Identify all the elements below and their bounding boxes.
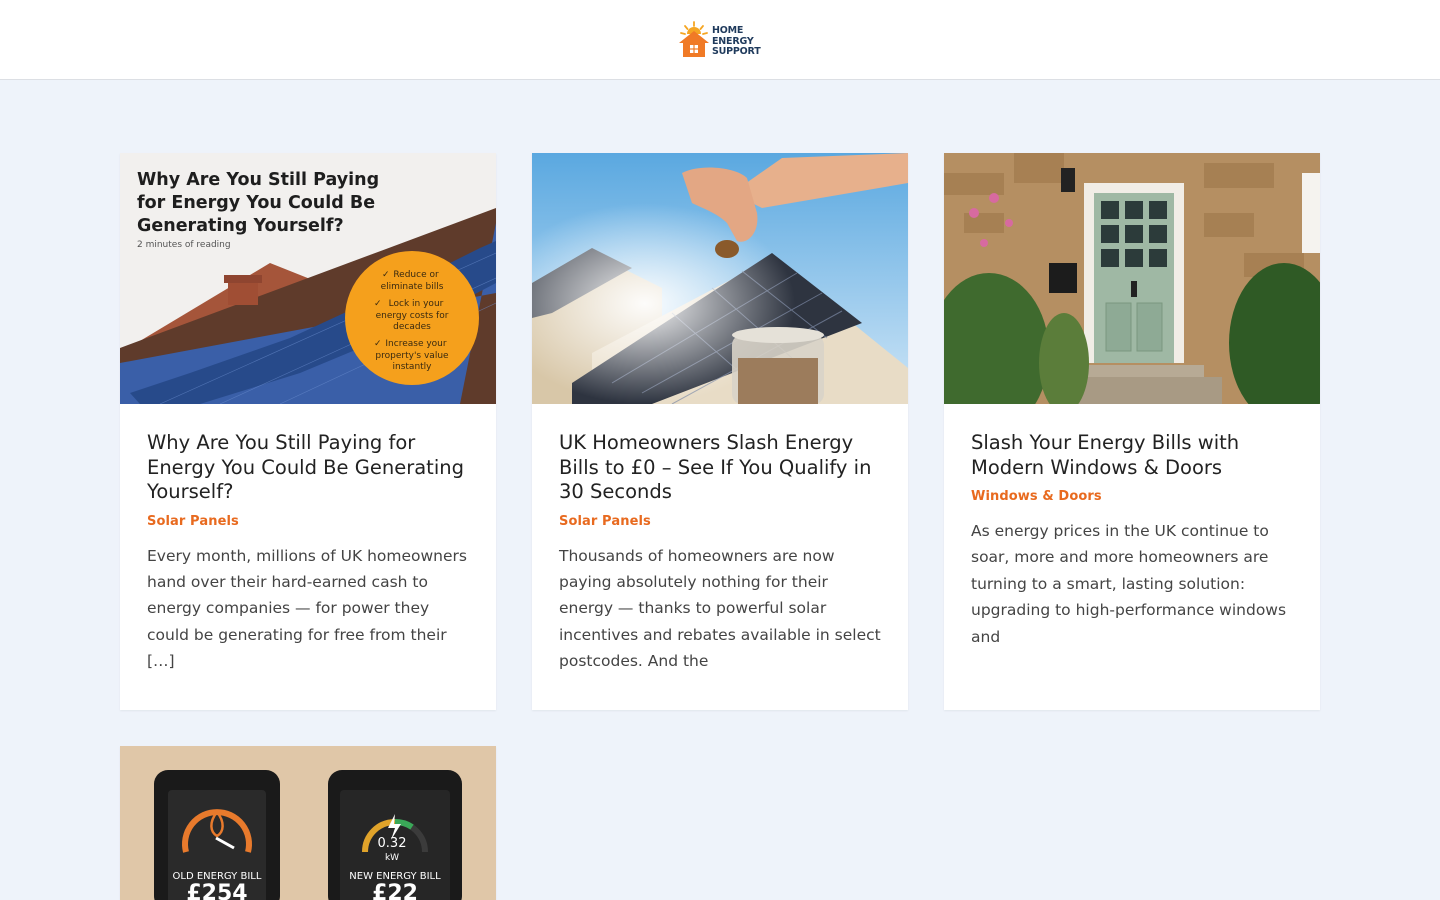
- post-card-windows-doors: Slash Your Energy Bills with Modern Wind…: [944, 153, 1320, 710]
- solar-roof-infographic-image: Reduce or eliminate bills Lock in your e…: [120, 153, 496, 404]
- site-header: HOME ENERGY SUPPORT: [0, 0, 1440, 80]
- bullet-3-line-2: property's value: [375, 351, 449, 361]
- post-excerpt: As energy prices in the UK continue to s…: [971, 522, 1287, 646]
- image-headline-line-2: for Energy You Could Be: [137, 193, 375, 213]
- logo-line-support: SUPPORT: [712, 46, 761, 57]
- post-title-link[interactable]: Why Are You Still Paying for Energy You …: [147, 431, 472, 505]
- usage-unit: kW: [385, 853, 399, 863]
- post-category-link[interactable]: Windows & Doors: [971, 489, 1102, 504]
- house-sun-icon: [679, 21, 709, 57]
- bullet-2-line-3: decades: [393, 322, 431, 332]
- logo-line-home: HOME: [712, 25, 744, 36]
- logo-text: HOME ENERGY SUPPORT: [712, 25, 761, 58]
- post-category-link[interactable]: Solar Panels: [147, 514, 239, 529]
- svg-text:✓: ✓: [374, 299, 382, 309]
- post-card-body: Why Are You Still Paying for Energy You …: [147, 431, 472, 675]
- svg-text:✓: ✓: [382, 270, 390, 280]
- post-thumbnail[interactable]: Reduce or eliminate bills Lock in your e…: [120, 153, 496, 404]
- post-excerpt: Every month, millions of UK homeowners h…: [147, 546, 467, 671]
- cottage-door-image: [944, 153, 1320, 404]
- site-logo[interactable]: HOME ENERGY SUPPORT: [678, 20, 762, 60]
- bullet-2-line-2: energy costs for: [376, 311, 449, 321]
- image-headline-line-1: Why Are You Still Paying: [137, 170, 379, 190]
- svg-text:✓: ✓: [374, 339, 382, 349]
- bullet-2-line-1: Lock in your: [389, 299, 444, 309]
- image-headline-line-3: Generating Yourself?: [137, 216, 344, 236]
- post-thumbnail[interactable]: [532, 153, 908, 404]
- usage-value: 0.32: [378, 836, 407, 851]
- bullet-1-line-2: eliminate bills: [381, 282, 444, 292]
- energy-monitor-image: OLD ENERGY BILL £254 0.32 kW NEW ENERGY …: [120, 746, 496, 900]
- image-reading-time: 2 minutes of reading: [137, 240, 231, 250]
- post-card-uk-homeowners: UK Homeowners Slash Energy Bills to £0 –…: [532, 153, 908, 710]
- excerpt-fade: [532, 680, 908, 710]
- old-bill-amount: £254: [186, 881, 247, 900]
- post-thumbnail[interactable]: OLD ENERGY BILL £254 0.32 kW NEW ENERGY …: [120, 746, 496, 900]
- bullet-3-line-3: instantly: [393, 362, 433, 372]
- post-thumbnail[interactable]: [944, 153, 1320, 404]
- new-bill-amount: £22: [372, 881, 418, 900]
- bullet-3-line-1: Increase your: [385, 339, 446, 349]
- post-card-energy-monitor: OLD ENERGY BILL £254 0.32 kW NEW ENERGY …: [120, 746, 496, 900]
- post-category-link[interactable]: Solar Panels: [559, 514, 651, 529]
- post-card-body: UK Homeowners Slash Energy Bills to £0 –…: [559, 431, 884, 675]
- hand-coin-solar-image: [532, 153, 908, 404]
- post-card-body: Slash Your Energy Bills with Modern Wind…: [971, 431, 1296, 650]
- post-title-link[interactable]: UK Homeowners Slash Energy Bills to £0 –…: [559, 431, 884, 505]
- post-excerpt: Thousands of homeowners are now paying a…: [559, 546, 881, 671]
- bullet-1-line-1: Reduce or: [393, 270, 439, 280]
- post-title-link[interactable]: Slash Your Energy Bills with Modern Wind…: [971, 431, 1296, 480]
- post-card-solar-generating: Reduce or eliminate bills Lock in your e…: [120, 153, 496, 710]
